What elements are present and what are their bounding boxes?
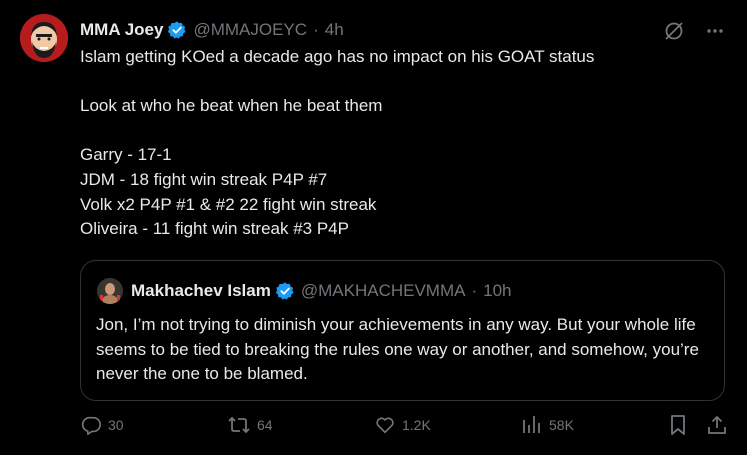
post-time[interactable]: 4h <box>325 20 344 40</box>
views-icon <box>521 414 543 436</box>
bookmark-icon <box>668 414 688 436</box>
verified-badge-icon[interactable] <box>167 20 187 40</box>
separator-dot: · <box>313 20 319 39</box>
post-line: JDM - 18 fight win streak P4P #7 <box>80 169 328 189</box>
views-button[interactable]: 58K <box>521 414 574 436</box>
repost-icon <box>227 414 251 436</box>
repost-count: 64 <box>257 417 273 433</box>
author-avatar[interactable] <box>20 14 68 62</box>
quoted-author-name[interactable]: Makhachev Islam <box>131 281 271 301</box>
quoted-post-time[interactable]: 10h <box>483 281 511 301</box>
bookmark-button[interactable] <box>668 414 688 436</box>
verified-badge-icon[interactable] <box>275 281 295 301</box>
reply-button[interactable]: 30 <box>80 414 124 436</box>
post-line: Garry - 17-1 <box>80 145 172 165</box>
like-count: 1.2K <box>402 417 431 433</box>
like-button[interactable]: 1.2K <box>374 414 431 436</box>
post-line: Look at who he beat when he beat them <box>80 96 383 116</box>
quoted-author-avatar[interactable] <box>97 278 123 304</box>
quoted-post-header: Makhachev Islam @MAKHACHEVMMA · 10h <box>97 278 512 304</box>
separator-dot: · <box>471 281 478 300</box>
post-top-actions <box>663 20 725 42</box>
action-bar: 30 64 1.2K 58K <box>0 414 747 444</box>
post-line: Islam getting KOed a decade ago has no i… <box>80 47 595 66</box>
quoted-post-text: Jon, I’m not trying to diminish your ach… <box>96 315 699 384</box>
post-line: Volk x2 P4P #1 & #2 22 fight win streak <box>80 194 377 214</box>
grok-icon[interactable] <box>663 20 685 42</box>
more-icon[interactable] <box>705 21 725 41</box>
like-icon <box>374 414 396 436</box>
quoted-author-handle[interactable]: @MAKHACHEVMMA <box>301 281 466 301</box>
post-line: Oliveira - 11 fight win streak #3 P4P <box>80 219 349 239</box>
quoted-post[interactable]: Makhachev Islam @MAKHACHEVMMA · 10h Jon,… <box>80 260 725 401</box>
reply-count: 30 <box>108 417 124 433</box>
author-handle[interactable]: @MMAJOEYC <box>193 20 307 40</box>
author-name[interactable]: MMA Joey <box>80 20 163 40</box>
repost-button[interactable]: 64 <box>227 414 273 436</box>
share-button[interactable] <box>706 414 728 436</box>
share-icon <box>706 414 728 436</box>
post-header: MMA Joey @MMAJOEYC · 4h <box>80 18 344 42</box>
reply-icon <box>80 414 102 436</box>
post-text: Islam getting KOed a decade ago has no i… <box>80 45 720 242</box>
views-count: 58K <box>549 417 574 433</box>
